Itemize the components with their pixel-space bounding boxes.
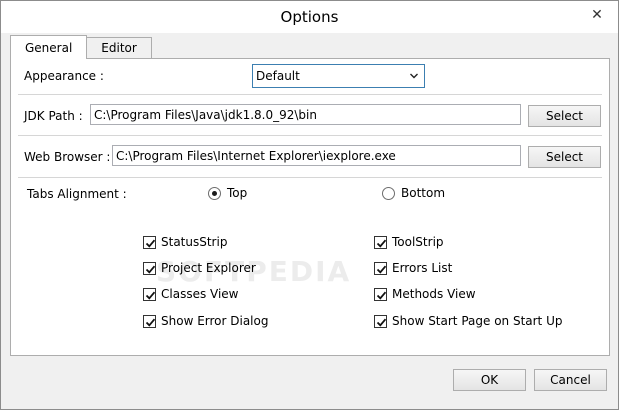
separator <box>18 135 602 136</box>
tab-editor[interactable]: Editor <box>86 37 152 59</box>
radio-bottom-indicator <box>382 186 395 200</box>
check-classes-view-label: Classes View <box>161 287 239 301</box>
checkbox-checked-icon <box>143 235 156 249</box>
separator <box>18 94 602 95</box>
check-methods-view-label: Methods View <box>392 287 476 301</box>
browser-select-button[interactable]: Select <box>528 146 601 168</box>
checkbox-checked-icon <box>143 261 156 275</box>
jdk-path-label: JDK Path : <box>24 109 83 123</box>
check-show-start-page[interactable]: Show Start Page on Start Up <box>374 314 562 328</box>
radio-top-label: Top <box>227 186 248 200</box>
radio-top[interactable]: Top <box>208 186 247 200</box>
general-panel: SOFTPEDIA Appearance : Default JDK Path … <box>10 58 610 356</box>
separator <box>18 177 602 178</box>
check-toolstrip-label: ToolStrip <box>392 235 444 249</box>
checkbox-checked-icon <box>374 261 387 275</box>
check-statusstrip-label: StatusStrip <box>161 235 228 249</box>
appearance-label: Appearance : <box>24 69 104 83</box>
check-methods-view[interactable]: Methods View <box>374 287 476 301</box>
chevron-down-icon <box>410 73 418 79</box>
tab-strip: General Editor <box>10 35 152 59</box>
jdk-path-input[interactable]: C:\Program Files\Java\jdk1.8.0_92\bin <box>90 104 521 125</box>
title-bar: Options ✕ <box>1 1 618 33</box>
checkbox-checked-icon <box>143 287 156 301</box>
radio-top-indicator <box>208 186 221 200</box>
radio-bottom-label: Bottom <box>401 186 446 200</box>
radio-bottom[interactable]: Bottom <box>382 186 445 200</box>
checkbox-checked-icon <box>143 314 156 328</box>
options-window: Options ✕ General Editor SOFTPEDIA Appea… <box>0 0 619 410</box>
tabs-alignment-label: Tabs Alignment : <box>27 187 127 201</box>
check-errors-list-label: Errors List <box>392 261 453 275</box>
checkbox-checked-icon <box>374 314 387 328</box>
window-title: Options <box>280 8 339 26</box>
check-statusstrip[interactable]: StatusStrip <box>143 235 227 249</box>
check-show-error-dialog-label: Show Error Dialog <box>161 314 269 328</box>
tab-general[interactable]: General <box>10 35 88 59</box>
web-browser-label: Web Browser : <box>24 150 111 164</box>
check-show-error-dialog[interactable]: Show Error Dialog <box>143 314 268 328</box>
check-toolstrip[interactable]: ToolStrip <box>374 235 444 249</box>
appearance-value: Default <box>256 69 300 83</box>
web-browser-input[interactable]: C:\Program Files\Internet Explorer\iexpl… <box>112 145 521 166</box>
checkbox-checked-icon <box>374 287 387 301</box>
check-classes-view[interactable]: Classes View <box>143 287 239 301</box>
check-errors-list[interactable]: Errors List <box>374 261 452 275</box>
close-icon[interactable]: ✕ <box>584 5 610 25</box>
check-project-explorer[interactable]: Project Explorer <box>143 261 256 275</box>
jdk-select-button[interactable]: Select <box>528 105 601 127</box>
ok-button[interactable]: OK <box>453 369 526 391</box>
appearance-select[interactable]: Default <box>252 64 425 88</box>
check-show-start-page-label: Show Start Page on Start Up <box>392 314 563 328</box>
cancel-button[interactable]: Cancel <box>534 369 607 391</box>
checkbox-checked-icon <box>374 235 387 249</box>
check-project-explorer-label: Project Explorer <box>161 261 256 275</box>
